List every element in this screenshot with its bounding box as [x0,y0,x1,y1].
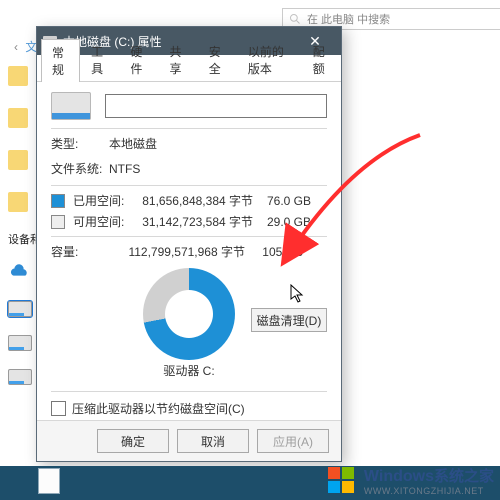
tab-previous[interactable]: 以前的版本 [237,38,302,81]
used-swatch [51,194,65,208]
divider [51,391,327,392]
drive-label: 驱动器 C: [51,362,327,379]
chevron-left-icon: ‹ [14,40,18,54]
tab-quota[interactable]: 配额 [302,38,341,81]
ok-button[interactable]: 确定 [97,429,169,453]
sidebar-folder[interactable] [8,66,28,86]
divider [51,236,327,237]
sidebar-folder[interactable] [8,108,28,128]
dialog-body: 类型:本地磁盘 文件系统:NTFS 已用空间: 81,656,848,384 字… [37,82,341,440]
type-label: 类型: [51,135,109,152]
watermark-brand: Windows [364,468,434,485]
divider [51,128,327,129]
properties-dialog: 本地磁盘 (C:) 属性 ✕ 常规 工具 硬件 共享 安全 以前的版本 配额 类… [36,26,342,462]
used-bytes: 81,656,848,384 字节 [133,192,253,209]
used-gb: 76.0 GB [261,194,311,208]
sidebar-folder[interactable] [8,192,28,212]
space-table: 已用空间: 81,656,848,384 字节 76.0 GB 可用空间: 31… [51,192,327,230]
fs-value: NTFS [109,162,140,176]
apply-button[interactable]: 应用(A) [257,429,329,453]
onedrive-icon[interactable] [8,264,30,280]
drive-large-icon [51,92,91,120]
taskbar-item[interactable] [38,468,60,494]
watermark: Windows系统之家 WWW.XITONGZHIJIA.NET [326,464,494,496]
divider [51,185,327,186]
explorer-sidebar: 设备和 [8,66,32,385]
free-swatch [51,215,65,229]
sidebar-drive[interactable] [8,369,32,385]
capacity-label: 容量: [51,243,117,260]
used-label: 已用空间: [73,192,125,209]
capacity-bytes: 112,799,571,968 字节 [125,243,245,260]
free-gb: 29.0 GB [261,215,311,229]
sidebar-drive[interactable] [8,335,32,351]
cancel-button[interactable]: 取消 [177,429,249,453]
watermark-sub: 系统之家 [434,468,494,485]
tab-security[interactable]: 安全 [198,38,237,81]
tabs: 常规 工具 硬件 共享 安全 以前的版本 配额 [37,55,341,82]
capacity-row: 容量: 112,799,571,968 字节 105 GB [51,243,327,260]
free-label: 可用空间: [73,213,125,230]
compress-label: 压缩此驱动器以节约磁盘空间(C) [72,400,245,417]
search-icon [289,13,301,25]
tab-sharing[interactable]: 共享 [159,38,198,81]
compress-checkbox[interactable] [51,401,66,416]
capacity-gb: 105 GB [253,245,303,259]
sidebar-folder[interactable] [8,150,28,170]
type-value: 本地磁盘 [109,135,157,152]
free-bytes: 31,142,723,584 字节 [133,213,253,230]
fs-label: 文件系统: [51,160,109,177]
tab-hardware[interactable]: 硬件 [119,38,158,81]
usage-pie-chart [143,268,235,360]
watermark-url: WWW.XITONGZHIJIA.NET [364,486,494,496]
search-placeholder: 在 此电脑 中搜索 [307,11,390,27]
tab-tools[interactable]: 工具 [80,38,119,81]
tab-general[interactable]: 常规 [41,39,80,82]
drive-name-input[interactable] [105,94,327,118]
sidebar-drive-c[interactable] [8,301,32,317]
dialog-buttons: 确定 取消 应用(A) [37,420,341,461]
windows-logo-icon [326,464,358,496]
disk-cleanup-button[interactable]: 磁盘清理(D) [251,308,327,332]
